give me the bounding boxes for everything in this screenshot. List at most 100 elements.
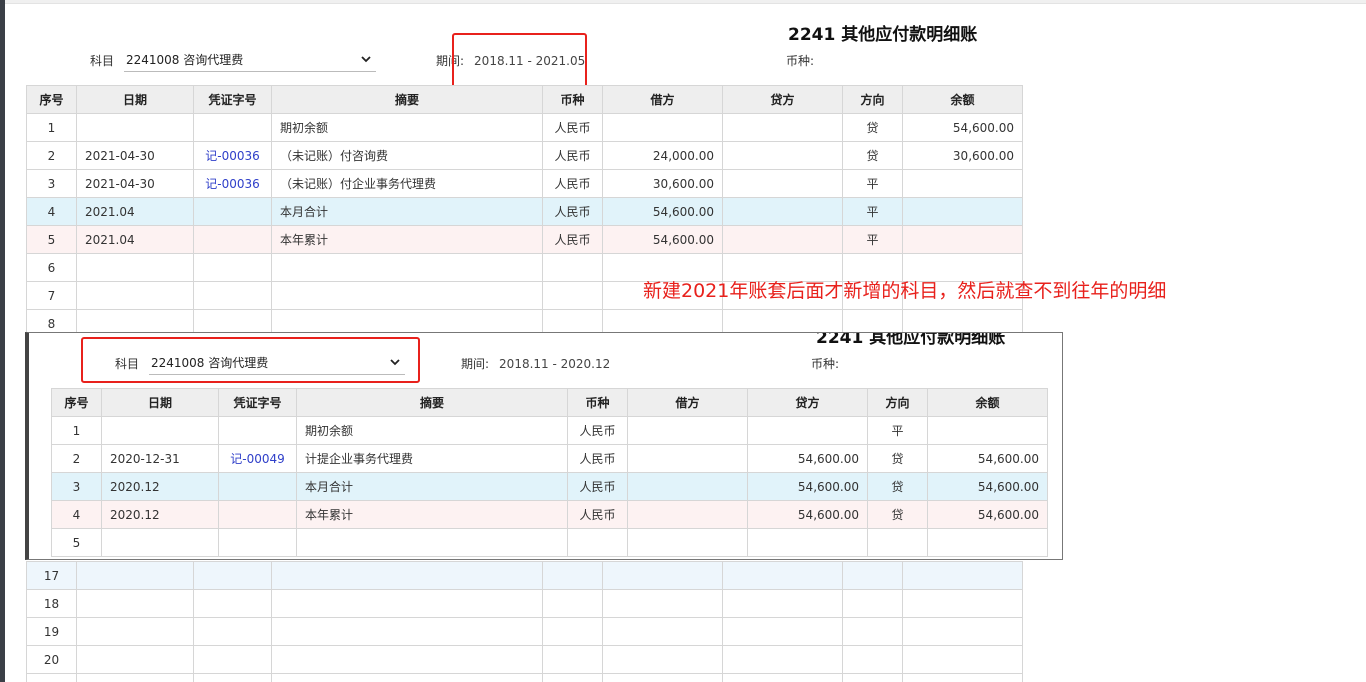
table-row[interactable]: 4 2020.12 本年累计 人民币 54,600.00 贷 54,600.00 bbox=[51, 500, 1048, 529]
table-row[interactable]: 4 2021.04 本月合计 人民币 54,600.00 平 bbox=[26, 197, 1023, 226]
table-row[interactable]: 5 bbox=[51, 528, 1048, 557]
overlay-subject-select[interactable]: 2241008 咨询代理费 bbox=[149, 351, 405, 375]
cell-currency bbox=[542, 589, 603, 618]
period-field[interactable]: 期间: 2018.11 - 2021.05 bbox=[436, 52, 585, 69]
cell-dir bbox=[867, 528, 928, 557]
cell-date: 2020-12-31 bbox=[101, 444, 219, 473]
cell-credit bbox=[722, 113, 843, 142]
top-divider bbox=[5, 0, 1366, 4]
cell-credit bbox=[722, 197, 843, 226]
cell-debit: 24,000.00 bbox=[602, 141, 723, 170]
cell-balance: 30,600.00 bbox=[902, 141, 1023, 170]
cell-date: 2020.12 bbox=[101, 500, 219, 529]
column-header: 币种 bbox=[542, 85, 603, 114]
column-header: 方向 bbox=[842, 85, 903, 114]
column-header: 余额 bbox=[927, 388, 1048, 417]
cell-dir bbox=[842, 617, 903, 646]
cell-date bbox=[101, 528, 219, 557]
cell-credit bbox=[747, 416, 868, 445]
cell-date: 2020.12 bbox=[101, 472, 219, 501]
table-row[interactable]: 1 期初余额 人民币 贷 54,600.00 bbox=[26, 113, 1023, 142]
table-row[interactable]: 3 2021-04-30 记-00036 （未记账）付企业事务代理费 人民币 30,600… bbox=[26, 169, 1023, 198]
cell-balance bbox=[927, 416, 1048, 445]
table-row[interactable]: 20 bbox=[26, 645, 1023, 674]
overlay-period-field[interactable]: 期间: 2018.11 - 2020.12 bbox=[461, 355, 610, 372]
cell-seq: 2 bbox=[26, 141, 77, 170]
subject-select[interactable]: 2241008 咨询代理费 bbox=[124, 48, 376, 72]
overlay-ledger-table: 序号 日期 凭证字号 摘要 币种 借方 贷方 方向 余额 1 期初余额 人民币平 2 2020-12-3… bbox=[51, 388, 1048, 557]
cell-summary: 期初余额 bbox=[271, 113, 543, 142]
cell-balance bbox=[902, 561, 1023, 590]
cell-summary bbox=[296, 528, 568, 557]
column-header: 凭证字号 bbox=[193, 85, 272, 114]
cell-currency: 人民币 bbox=[567, 416, 628, 445]
cell-summary: 本月合计 bbox=[271, 197, 543, 226]
cell-balance: 54,600.00 bbox=[902, 113, 1023, 142]
column-header: 贷方 bbox=[747, 388, 868, 417]
cell-balance bbox=[902, 673, 1023, 682]
cell-credit bbox=[722, 617, 843, 646]
column-header: 借方 bbox=[602, 85, 723, 114]
table-row[interactable]: 2 2021-04-30 记-00036 （未记账）付咨询费 人民币 24,000.00 贷… bbox=[26, 141, 1023, 170]
left-edge-bar bbox=[0, 0, 5, 682]
cell-voucher bbox=[218, 416, 297, 445]
cell-credit bbox=[722, 169, 843, 198]
cell-summary bbox=[271, 617, 543, 646]
cell-date bbox=[76, 645, 194, 674]
cell-credit bbox=[722, 645, 843, 674]
cell-seq: 5 bbox=[51, 528, 102, 557]
cell-voucher bbox=[193, 673, 272, 682]
cell-seq: 4 bbox=[26, 197, 77, 226]
cell-voucher bbox=[193, 561, 272, 590]
overlay-subject-select-value: 2241008 咨询代理费 bbox=[151, 356, 269, 370]
cell-seq bbox=[26, 673, 77, 682]
cell-debit bbox=[627, 416, 748, 445]
table-row[interactable]: 3 2020.12 本月合计 人民币 54,600.00 贷 54,600.00 bbox=[51, 472, 1048, 501]
table-row[interactable]: 17 bbox=[26, 561, 1023, 590]
cell-currency bbox=[542, 617, 603, 646]
cell-seq: 2 bbox=[51, 444, 102, 473]
cell-date bbox=[76, 589, 194, 618]
cell-dir: 平 bbox=[842, 169, 903, 198]
cell-debit: 30,600.00 bbox=[602, 169, 723, 198]
cell-voucher bbox=[193, 197, 272, 226]
table-row[interactable] bbox=[26, 673, 1023, 682]
cell-summary: 计提企业事务代理费 bbox=[296, 444, 568, 473]
table-row[interactable]: 2 2020-12-31 记-00049 计提企业事务代理费 人民币 54,600.00 贷… bbox=[51, 444, 1048, 473]
column-header: 余额 bbox=[902, 85, 1023, 114]
cell-balance bbox=[902, 225, 1023, 254]
cell-date: 2021-04-30 bbox=[76, 169, 194, 198]
cell-seq: 4 bbox=[51, 500, 102, 529]
cell-currency bbox=[542, 561, 603, 590]
cell-currency bbox=[542, 281, 603, 310]
cell-date bbox=[76, 561, 194, 590]
cell-voucher[interactable]: 记-00049 bbox=[218, 444, 297, 473]
cell-voucher[interactable]: 记-00036 bbox=[193, 169, 272, 198]
overlay-ledger-screenshot: 2241 其他应付款明细账 科目 2241008 咨询代理费 期间: 2018.1… bbox=[25, 332, 1063, 560]
overlay-period-value: 2018.11 - 2020.12 bbox=[499, 357, 611, 371]
cell-date bbox=[76, 617, 194, 646]
cell-voucher bbox=[193, 113, 272, 142]
cell-dir bbox=[842, 645, 903, 674]
cell-balance: 54,600.00 bbox=[927, 500, 1048, 529]
cell-voucher[interactable]: 记-00036 bbox=[193, 141, 272, 170]
cell-seq: 6 bbox=[26, 253, 77, 282]
cell-currency bbox=[542, 645, 603, 674]
cell-seq: 3 bbox=[26, 169, 77, 198]
table-row[interactable]: 19 bbox=[26, 617, 1023, 646]
cell-debit bbox=[627, 444, 748, 473]
table-row[interactable]: 5 2021.04 本年累计 人民币 54,600.00 平 bbox=[26, 225, 1023, 254]
cell-summary: 本月合计 bbox=[296, 472, 568, 501]
cell-debit bbox=[627, 528, 748, 557]
cell-balance: 54,600.00 bbox=[927, 472, 1048, 501]
cell-date bbox=[76, 253, 194, 282]
cell-dir: 贷 bbox=[842, 141, 903, 170]
cell-summary: 期初余额 bbox=[296, 416, 568, 445]
table-row[interactable]: 1 期初余额 人民币 平 bbox=[51, 416, 1048, 445]
currency-label: 币种: bbox=[786, 54, 815, 68]
cell-seq: 19 bbox=[26, 617, 77, 646]
cell-seq: 5 bbox=[26, 225, 77, 254]
cell-credit bbox=[747, 528, 868, 557]
table-row[interactable]: 18 bbox=[26, 589, 1023, 618]
cell-voucher bbox=[193, 281, 272, 310]
